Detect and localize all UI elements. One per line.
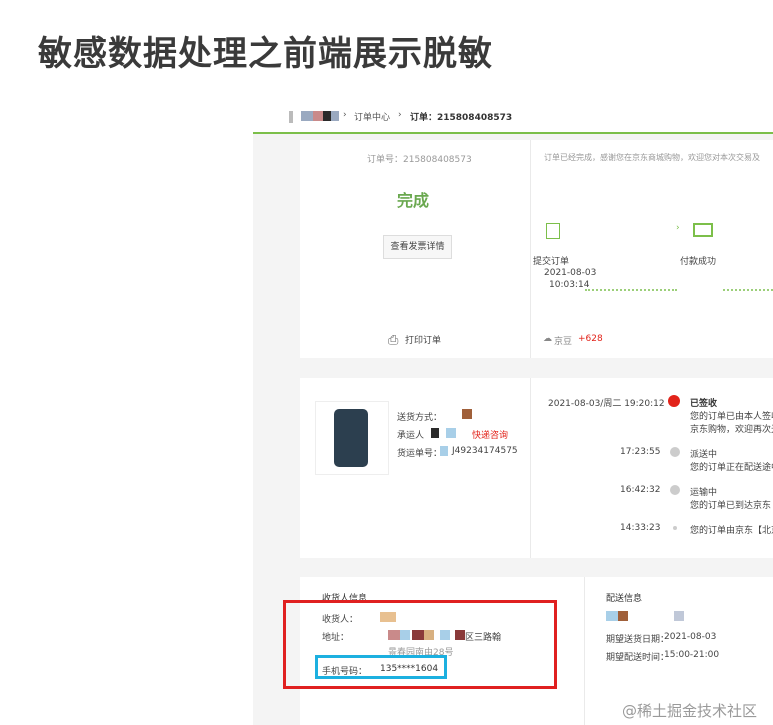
breadcrumb: › 订单中心 › 订单：215808408573 xyxy=(253,80,773,134)
timeline-desc: 您的订单已由本人签收 xyxy=(690,412,773,422)
masked-pixel xyxy=(301,111,313,121)
express-inquiry-link[interactable]: 快递咨询 xyxy=(472,428,508,441)
masked-pixel xyxy=(462,409,472,419)
invoice-details-button[interactable]: 查看发票详情 xyxy=(383,235,452,259)
masked-pixel xyxy=(606,611,618,621)
step-submit-date: 2021-08-03 xyxy=(544,268,597,278)
product-image[interactable] xyxy=(315,401,389,475)
order-number: 订单号：215808408573 xyxy=(367,155,472,165)
tracking-label: 货运单号： xyxy=(397,449,443,459)
breadcrumb-sep: › xyxy=(398,110,402,120)
delivery-date-label: 期望送货日期： xyxy=(606,635,670,645)
delivery-time-label: 期望配送时间： xyxy=(606,653,670,663)
printer-icon: ⎙ xyxy=(388,333,399,348)
timeline-time: 2021-08-03/周二 19:20:12 xyxy=(548,399,665,409)
signed-check-icon xyxy=(668,395,680,407)
masked-pixel xyxy=(674,611,684,621)
progress-dots xyxy=(723,289,773,291)
timeline-desc: 您的订单由京东【北京 xyxy=(690,526,773,536)
delivering-icon xyxy=(670,447,680,457)
order-message: 订单已经完成，感谢您在京东商城购物，欢迎您对本次交易及 xyxy=(544,153,760,162)
masked-pixel xyxy=(431,428,439,438)
order-status-card: 订单号：215808408573 订单已经完成，感谢您在京东商城购物，欢迎您对本… xyxy=(300,140,773,358)
breadcrumb-order-center[interactable]: 订单中心 xyxy=(354,110,390,123)
shipping-card: 送货方式： 承运人 快递咨询 货运单号： J49234174575 2021-0… xyxy=(300,378,773,558)
masked-pixel xyxy=(440,446,448,456)
phone-illustration xyxy=(334,409,368,467)
timeline-status: 派送中 xyxy=(690,450,718,460)
watermark: @稀土掘金技术社区 xyxy=(622,702,758,720)
timeline-time: 16:42:32 xyxy=(620,485,661,495)
delivery-time: 15:00-21:00 xyxy=(664,650,720,660)
delivery-section-title: 配送信息 xyxy=(606,594,643,604)
order-status: 完成 xyxy=(397,191,430,210)
print-order-link[interactable]: 打印订单 xyxy=(405,333,441,346)
timeline-status: 已签收 xyxy=(690,399,718,409)
masked-pixel xyxy=(331,111,339,121)
timeline-time: 17:23:55 xyxy=(620,447,661,457)
breadcrumb-bar xyxy=(289,111,293,123)
divider xyxy=(584,577,585,725)
arrow-right-icon: › xyxy=(676,223,680,233)
divider xyxy=(530,140,531,358)
jingdou-icon: ☁ xyxy=(543,334,552,344)
shipping-method-label: 送货方式： xyxy=(397,413,443,423)
timeline-desc: 您的订单正在配送途中 xyxy=(690,463,773,473)
timeline-dot xyxy=(673,526,677,530)
masked-pixel xyxy=(618,611,628,621)
step-submit-time: 10:03:14 xyxy=(549,280,590,290)
delivery-date: 2021-08-03 xyxy=(664,632,717,642)
carrier-label: 承运人 xyxy=(397,431,425,441)
transport-icon xyxy=(670,485,680,495)
masked-pixel xyxy=(313,111,323,121)
breadcrumb-order: 订单：215808408573 xyxy=(410,113,513,123)
masked-pixel xyxy=(323,111,331,121)
divider xyxy=(530,378,531,558)
step-payment-label: 付款成功 xyxy=(680,257,717,267)
timeline-status: 运输中 xyxy=(690,488,718,498)
jingdou-label: 京豆 xyxy=(554,337,573,347)
timeline-time: 14:33:23 xyxy=(620,523,661,533)
submit-order-icon xyxy=(546,223,560,239)
step-submit-label: 提交订单 xyxy=(533,257,570,267)
highlight-blue-box xyxy=(315,655,447,679)
tracking-number: J49234174575 xyxy=(452,446,518,456)
timeline-desc: 京东购物，欢迎再次光 xyxy=(690,425,773,435)
payment-icon xyxy=(693,223,713,237)
breadcrumb-sep: › xyxy=(343,110,347,120)
progress-dots xyxy=(585,289,677,291)
article-title: 敏感数据处理之前端展示脱敏 xyxy=(38,34,493,74)
timeline-desc: 您的订单已到达京东【 xyxy=(690,501,773,511)
jingdou-value: +628 xyxy=(578,334,603,344)
masked-pixel xyxy=(446,428,456,438)
